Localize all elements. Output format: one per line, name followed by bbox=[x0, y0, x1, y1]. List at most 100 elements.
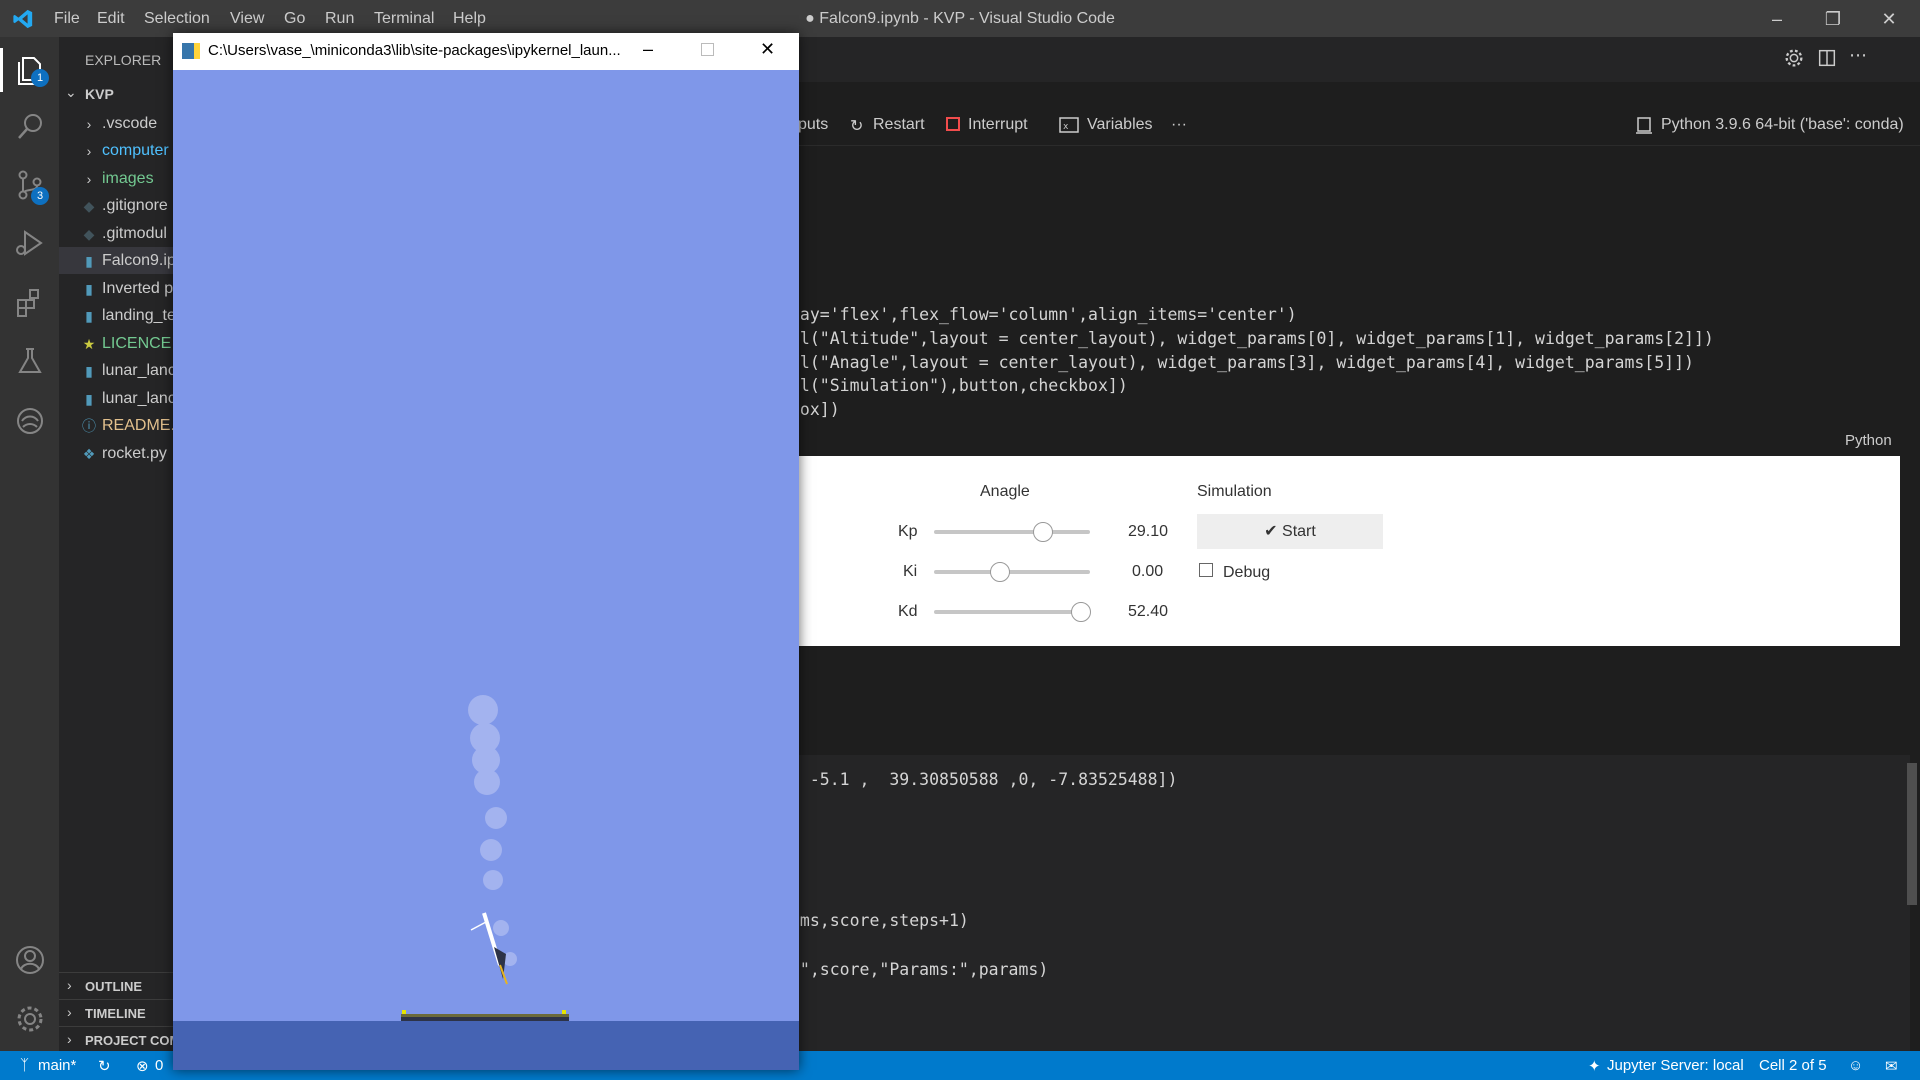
interrupt-button[interactable]: Interrupt bbox=[968, 116, 1028, 134]
simulation-canvas bbox=[468, 695, 517, 985]
variables-icon[interactable]: x bbox=[1059, 116, 1079, 134]
simulation-window-titlebar[interactable]: C:\Users\vase_\miniconda3\lib\site-packa… bbox=[173, 33, 799, 70]
restart-icon[interactable]: ↻ bbox=[850, 116, 863, 136]
popup-maximize-button[interactable] bbox=[701, 43, 714, 56]
tree-item-lunar1[interactable]: ▮ lunar_lanc bbox=[59, 357, 175, 384]
settings-icon[interactable] bbox=[1783, 47, 1805, 69]
tree-item-vscode[interactable]: › .vscode bbox=[59, 110, 175, 137]
testing-icon[interactable] bbox=[10, 341, 50, 381]
notebook-file-icon: ▮ bbox=[85, 253, 93, 269]
menu-file[interactable]: File bbox=[54, 10, 80, 28]
explorer-sidebar: EXPLORER ⌄ KVP › .vscode › computer › im… bbox=[59, 37, 175, 1051]
feedback-icon[interactable]: ☺ bbox=[1848, 1057, 1863, 1074]
search-icon[interactable] bbox=[10, 107, 50, 147]
error-icon[interactable]: ⊗ bbox=[136, 1057, 149, 1075]
ki-value[interactable]: 0.00 bbox=[1132, 563, 1163, 581]
account-icon[interactable] bbox=[10, 940, 50, 980]
extensions-icon[interactable] bbox=[10, 282, 50, 322]
tree-item-rocket[interactable]: ❖ rocket.py bbox=[59, 440, 175, 467]
branch-icon[interactable]: ᛉ bbox=[20, 1057, 29, 1074]
simulation-window[interactable]: C:\Users\vase_\miniconda3\lib\site-packa… bbox=[173, 33, 799, 1070]
python-app-icon bbox=[182, 43, 200, 59]
kernel-icon bbox=[1636, 117, 1652, 134]
scrollbar-thumb[interactable] bbox=[1907, 763, 1917, 905]
kp-label: Kp bbox=[898, 523, 918, 540]
kp-slider[interactable] bbox=[934, 530, 1090, 534]
ki-slider-thumb[interactable] bbox=[989, 562, 1010, 582]
kp-value[interactable]: 29.10 bbox=[1128, 523, 1168, 541]
menu-terminal[interactable]: Terminal bbox=[374, 10, 434, 28]
pad-flag-right bbox=[562, 1010, 566, 1014]
cell-position[interactable]: Cell 2 of 5 bbox=[1759, 1057, 1827, 1074]
kernel-selector[interactable]: Python 3.9.6 64-bit ('base': conda) bbox=[1661, 116, 1904, 134]
tree-item-licence[interactable]: ★ LICENCE bbox=[59, 330, 175, 357]
tree-item-gitmodules[interactable]: ◆ .gitmodul bbox=[59, 220, 175, 247]
jupyter-server-status[interactable]: Jupyter Server: local bbox=[1607, 1057, 1744, 1074]
remote-explorer-icon[interactable] bbox=[10, 401, 50, 441]
ki-slider[interactable] bbox=[934, 570, 1090, 574]
code-cell-2[interactable] bbox=[790, 755, 1910, 1051]
interrupt-icon[interactable] bbox=[946, 117, 960, 131]
menu-edit[interactable]: Edit bbox=[97, 10, 125, 28]
tree-item-landing[interactable]: ▮ landing_te bbox=[59, 302, 175, 329]
code-line[interactable]: el("Altitude",layout = center_layout), w… bbox=[790, 329, 1714, 348]
tree-item-falcon9[interactable]: ▮ Falcon9.ip bbox=[59, 247, 175, 274]
tree-item-gitignore[interactable]: ◆ .gitignore bbox=[59, 192, 175, 219]
ground bbox=[173, 1021, 799, 1070]
section-timeline[interactable]: › TIMELINE bbox=[59, 999, 175, 1026]
tree-item-images[interactable]: › images bbox=[59, 165, 175, 192]
start-button[interactable]: ✔ Start bbox=[1197, 514, 1383, 549]
popup-minimize-button[interactable]: – bbox=[643, 39, 653, 60]
error-count[interactable]: 0 bbox=[155, 1057, 163, 1074]
notifications-bell-icon[interactable]: ✉ bbox=[1885, 1057, 1898, 1075]
explorer-badge: 1 bbox=[31, 69, 49, 87]
svg-text:x: x bbox=[1063, 122, 1069, 132]
kd-value[interactable]: 52.40 bbox=[1128, 603, 1168, 621]
minimize-button[interactable]: – bbox=[1762, 6, 1792, 32]
license-icon: ★ bbox=[82, 336, 96, 352]
debug-checkbox[interactable] bbox=[1199, 563, 1213, 577]
outputs-button[interactable]: puts bbox=[798, 116, 828, 134]
notebook-file-icon: ▮ bbox=[85, 391, 93, 407]
restore-button[interactable]: ❐ bbox=[1818, 6, 1848, 32]
code-line[interactable]: , -5.1 , 39.30850588 ,0, -7.83525488]) bbox=[790, 770, 1177, 789]
kd-slider[interactable] bbox=[934, 610, 1090, 614]
branch-name[interactable]: main* bbox=[38, 1057, 76, 1074]
code-line[interactable]: ams,score,steps+1) bbox=[790, 911, 969, 930]
close-button[interactable]: ✕ bbox=[1874, 6, 1904, 32]
activity-bar: 1 3 bbox=[0, 37, 59, 1051]
settings-gear-icon[interactable] bbox=[10, 999, 50, 1039]
run-debug-icon[interactable] bbox=[10, 223, 50, 263]
cell-language-label[interactable]: Python bbox=[1845, 432, 1892, 449]
tree-item-computer[interactable]: › computer bbox=[59, 137, 175, 164]
menu-run[interactable]: Run bbox=[325, 10, 354, 28]
jupyter-server-icon[interactable]: ✦ bbox=[1588, 1057, 1601, 1075]
variables-button[interactable]: Variables bbox=[1087, 116, 1153, 134]
notebook-file-icon: ▮ bbox=[85, 281, 93, 297]
tree-item-lunar2[interactable]: ▮ lunar_lanc bbox=[59, 385, 175, 412]
chevron-down-icon: ⌄ bbox=[65, 84, 77, 100]
split-editor-icon[interactable] bbox=[1816, 47, 1838, 69]
tree-item-inverted[interactable]: ▮ Inverted p bbox=[59, 275, 175, 302]
menu-view[interactable]: View bbox=[230, 10, 264, 28]
code-line[interactable]: el("Anagle",layout = center_layout), wid… bbox=[790, 353, 1694, 372]
code-line[interactable]: lay='flex',flex_flow='column',align_item… bbox=[790, 305, 1297, 324]
sync-icon[interactable]: ↻ bbox=[98, 1057, 111, 1075]
section-project[interactable]: › PROJECT COM bbox=[59, 1026, 175, 1051]
workspace-root[interactable]: ⌄ KVP bbox=[59, 81, 175, 108]
menu-go[interactable]: Go bbox=[284, 10, 305, 28]
more-actions-icon[interactable]: ⋯ bbox=[1849, 45, 1867, 66]
landing-pad bbox=[401, 1014, 569, 1021]
popup-close-button[interactable]: ✕ bbox=[760, 39, 775, 60]
restart-button[interactable]: Restart bbox=[873, 116, 925, 134]
tree-item-readme[interactable]: ⓘ README.r bbox=[59, 412, 175, 439]
menu-help[interactable]: Help bbox=[453, 10, 486, 28]
git-file-icon: ◆ bbox=[83, 226, 95, 242]
angle-title: Anagle bbox=[980, 483, 1030, 500]
menu-selection[interactable]: Selection bbox=[144, 10, 210, 28]
code-line[interactable]: el("Simulation"),button,checkbox]) bbox=[790, 376, 1128, 395]
section-outline[interactable]: › OUTLINE bbox=[59, 972, 175, 999]
kd-slider-thumb[interactable] bbox=[1070, 602, 1091, 622]
code-line[interactable]: :",score,"Params:",params) bbox=[790, 960, 1048, 979]
more-toolbar-icon[interactable]: ··· bbox=[1171, 116, 1187, 134]
